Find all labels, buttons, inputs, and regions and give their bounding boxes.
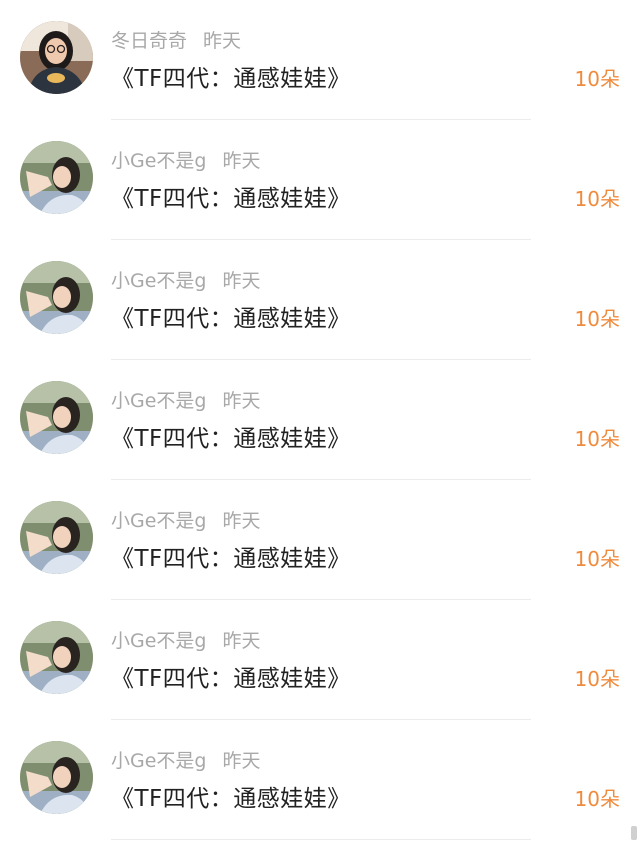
meta-line: 小Ge不是g 昨天 (111, 506, 261, 533)
gift-title: 《TF四代：通感娃娃》 (111, 666, 351, 692)
avatar[interactable] (20, 21, 93, 94)
meta-line: 小Ge不是g 昨天 (111, 146, 261, 173)
gift-title: 《TF四代：通感娃娃》 (111, 426, 351, 452)
username[interactable]: 小Ge不是g (111, 750, 206, 772)
meta-line: 冬日奇奇 昨天 (111, 26, 241, 53)
avatar-girl-glasses-icon (20, 21, 93, 94)
divider (111, 839, 531, 840)
timestamp: 昨天 (222, 510, 261, 532)
avatar[interactable] (20, 501, 93, 574)
list-item[interactable]: 小Ge不是g 昨天 《TF四代：通感娃娃》 10朵 (0, 720, 640, 840)
username[interactable]: 小Ge不是g (111, 390, 206, 412)
timestamp: 昨天 (222, 150, 261, 172)
meta-line: 小Ge不是g 昨天 (111, 386, 261, 413)
timestamp: 昨天 (222, 390, 261, 412)
avatar-girl-peace-icon (20, 381, 93, 454)
username[interactable]: 小Ge不是g (111, 510, 206, 532)
avatar[interactable] (20, 261, 93, 334)
timestamp: 昨天 (222, 270, 261, 292)
gift-title: 《TF四代：通感娃娃》 (111, 306, 351, 332)
list-item[interactable]: 小Ge不是g 昨天 《TF四代：通感娃娃》 10朵 (0, 240, 640, 360)
username[interactable]: 小Ge不是g (111, 630, 206, 652)
avatar-girl-peace-icon (20, 141, 93, 214)
gift-title: 《TF四代：通感娃娃》 (111, 186, 351, 212)
gift-title: 《TF四代：通感娃娃》 (111, 66, 351, 92)
list-item[interactable]: 小Ge不是g 昨天 《TF四代：通感娃娃》 10朵 (0, 360, 640, 480)
timestamp: 昨天 (222, 630, 261, 652)
gift-title: 《TF四代：通感娃娃》 (111, 546, 351, 572)
avatar-girl-peace-icon (20, 621, 93, 694)
gift-count: 10朵 (574, 427, 620, 451)
list-item[interactable]: 小Ge不是g 昨天 《TF四代：通感娃娃》 10朵 (0, 480, 640, 600)
meta-line: 小Ge不是g 昨天 (111, 626, 261, 653)
scrollbar-thumb[interactable] (631, 826, 637, 840)
meta-line: 小Ge不是g 昨天 (111, 746, 261, 773)
avatar[interactable] (20, 381, 93, 454)
gift-count: 10朵 (574, 307, 620, 331)
list-item[interactable]: 小Ge不是g 昨天 《TF四代：通感娃娃》 10朵 (0, 120, 640, 240)
gift-count: 10朵 (574, 667, 620, 691)
list-item[interactable]: 冬日奇奇 昨天 《TF四代：通感娃娃》 10朵 (0, 0, 640, 120)
username[interactable]: 小Ge不是g (111, 270, 206, 292)
avatar-girl-peace-icon (20, 741, 93, 814)
avatar[interactable] (20, 741, 93, 814)
timestamp: 昨天 (222, 750, 261, 772)
meta-line: 小Ge不是g 昨天 (111, 266, 261, 293)
gift-count: 10朵 (574, 787, 620, 811)
timestamp: 昨天 (203, 30, 242, 52)
gift-count: 10朵 (574, 547, 620, 571)
list-item[interactable]: 小Ge不是g 昨天 《TF四代：通感娃娃》 10朵 (0, 600, 640, 720)
gift-count: 10朵 (574, 67, 620, 91)
avatar[interactable] (20, 621, 93, 694)
username[interactable]: 冬日奇奇 (111, 30, 187, 52)
gift-list: 冬日奇奇 昨天 《TF四代：通感娃娃》 10朵 小Ge不是g 昨天 《TF四代：通感… (0, 0, 640, 842)
username[interactable]: 小Ge不是g (111, 150, 206, 172)
avatar[interactable] (20, 141, 93, 214)
avatar-girl-peace-icon (20, 501, 93, 574)
gift-count: 10朵 (574, 187, 620, 211)
avatar-girl-peace-icon (20, 261, 93, 334)
gift-title: 《TF四代：通感娃娃》 (111, 786, 351, 812)
